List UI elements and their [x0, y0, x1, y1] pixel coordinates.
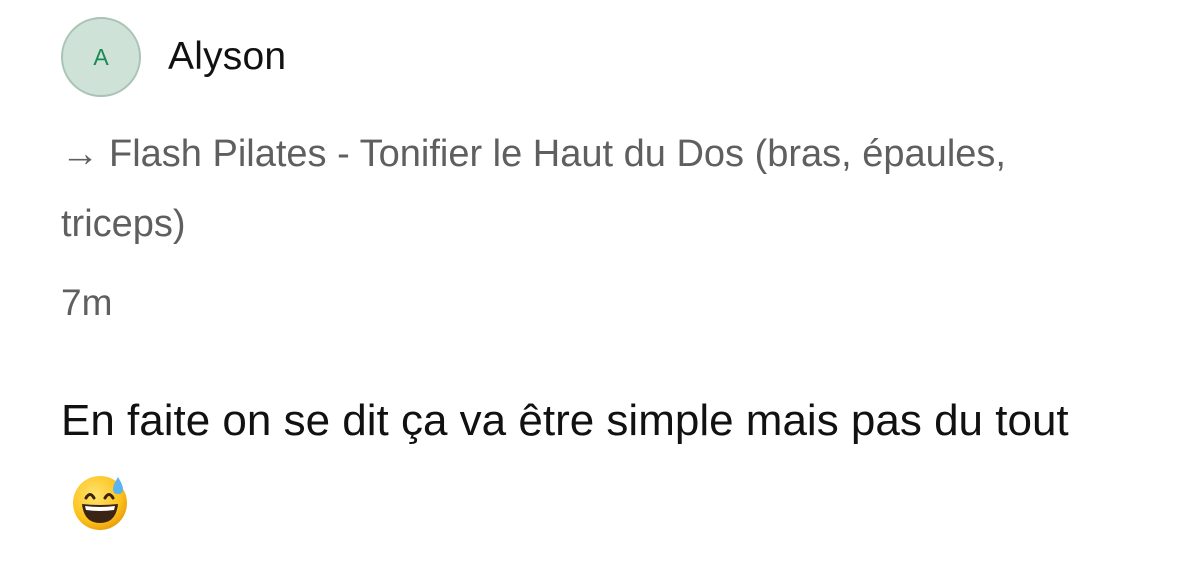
avatar[interactable]: A — [61, 17, 141, 97]
timestamp: 7m — [61, 282, 113, 323]
comment-body: En faite on se dit ça va être simple mai… — [61, 378, 1121, 560]
comment-body-text: En faite on se dit ça va être simple mai… — [61, 396, 1069, 445]
author-name[interactable]: Alyson — [168, 35, 286, 79]
arrow-right-icon: → — [61, 133, 99, 175]
avatar-initial: A — [93, 43, 109, 70]
comment-card: A Alyson → Flash Pilates - Tonifier le Ha… — [0, 0, 1179, 586]
grinning-face-with-sweat-icon — [71, 473, 129, 560]
context-title: Flash Pilates - Tonifier le Haut du Dos … — [61, 133, 1006, 245]
context-link[interactable]: → Flash Pilates - Tonifier le Haut du Dos… — [61, 119, 1041, 259]
author-row: A Alyson — [61, 17, 286, 97]
